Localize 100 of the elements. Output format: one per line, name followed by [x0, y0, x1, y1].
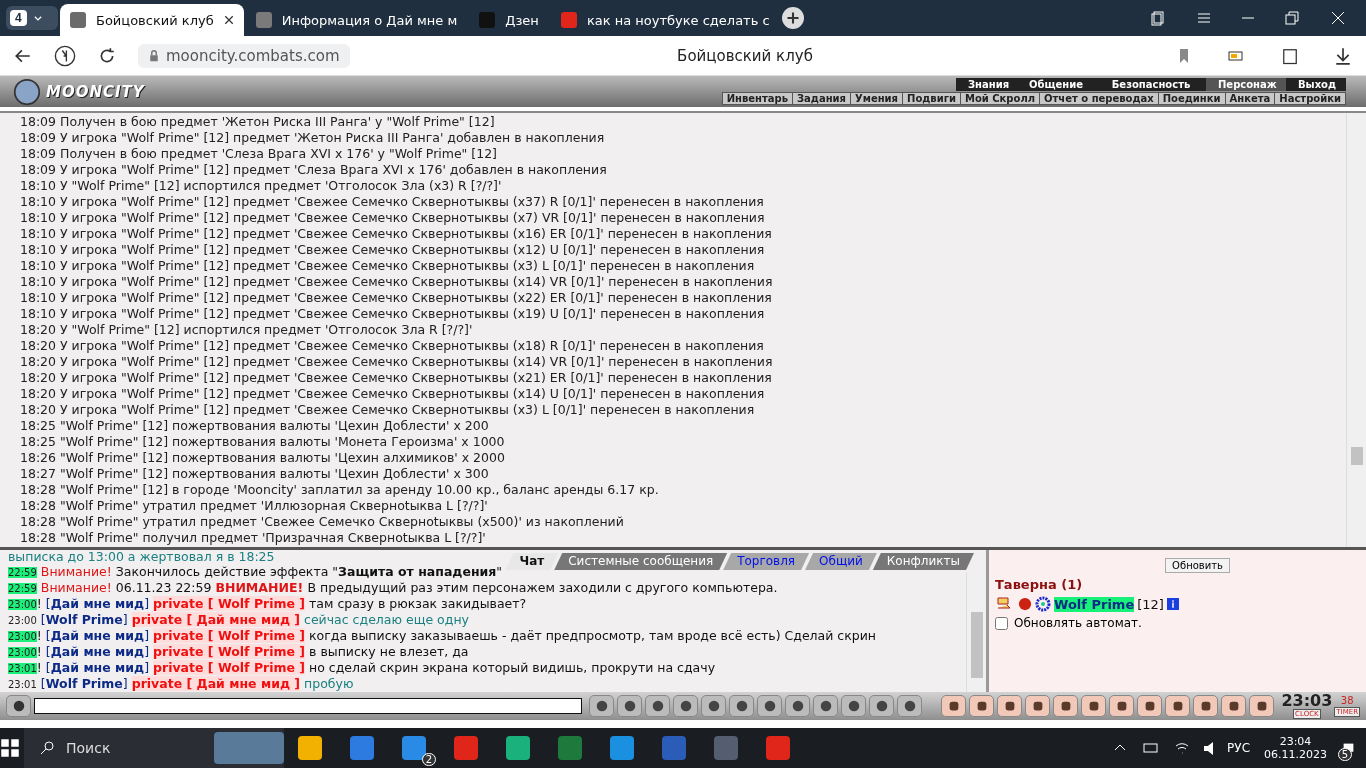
sender-name[interactable]: [Wolf Prime] — [40, 612, 128, 627]
sender-name[interactable]: [Дай мне мид] — [45, 628, 150, 643]
close-icon — [1330, 10, 1346, 26]
tool-icon[interactable] — [869, 695, 895, 717]
sender-name[interactable]: [Дай мне мид] — [45, 644, 150, 659]
sub-menu-item[interactable]: Поединки — [1157, 93, 1225, 104]
address-field[interactable]: mooncity.combats.com — [138, 43, 350, 68]
message-text: В предыдущий раз этим персонажем заходили с другого компьютера. — [307, 580, 778, 595]
ability-icon[interactable] — [969, 695, 995, 717]
tool-icon[interactable] — [645, 695, 671, 717]
speaker-icon[interactable] — [1204, 741, 1214, 755]
message-time: 23:01 — [8, 679, 37, 690]
log-line: 18:28 "Wolf Prime" [12] в городе 'Mooncity' заплатил за аренду 10.00 кр., баланс аренды 6.17 кр. — [20, 482, 660, 498]
auto-refresh-checkbox[interactable] — [995, 616, 1008, 630]
chat-tab[interactable]: Системные сообщения — [554, 553, 728, 570]
log-line: 18:10 У "Wolf Prime" [12] испортился предмет 'Отголосок Зла (x3) R [?/?]' — [20, 178, 503, 194]
copy-icon — [1150, 10, 1166, 26]
log-line: 18:20 У игрока "Wolf Prime" [12] предмет 'Свежее Семечко Сквернотыквы (x14) VR [0/1]' перенесен в накопления — [20, 354, 774, 370]
ability-icon[interactable] — [1165, 695, 1191, 717]
taskbar-app-icon[interactable] — [402, 736, 426, 760]
browser-tab[interactable]: как на ноутбуке сделать с — [550, 4, 780, 36]
sender-name[interactable]: [Дай мне мид] — [45, 660, 150, 675]
sender-name[interactable]: [Дай мне мид] — [45, 596, 150, 611]
message-time: 23:00 — [8, 599, 37, 610]
ability-icon[interactable] — [1025, 695, 1051, 717]
tool-icon[interactable] — [813, 695, 839, 717]
taskbar-date: 06.11.2023 — [1264, 748, 1327, 761]
browser-tab[interactable]: Информация о Дай мне м — [245, 4, 468, 36]
log-line: 18:27 "Wolf Prime" [12] пожертвования валюты 'Цехин Доблести' x 300 — [20, 466, 490, 482]
log-line: 18:25 "Wolf Prime" [12] пожертвования валюты 'Цехин Доблести' x 200 — [20, 418, 490, 434]
tool-icon[interactable] — [897, 695, 923, 717]
top-menu-item[interactable]: Знания — [956, 78, 1016, 91]
scrollbar[interactable] — [1346, 113, 1366, 547]
top-menu-item[interactable]: Безопасность — [1096, 78, 1206, 91]
message-text: но сделай скрин экрана который видишь, прокрути на сдачу — [309, 660, 716, 675]
player-level: [12] — [1137, 596, 1164, 612]
tool-icon[interactable] — [617, 695, 643, 717]
browser-tab[interactable]: Дзен — [469, 4, 549, 36]
log-line: 18:10 У игрока "Wolf Prime" [12] предмет 'Свежее Семечко Сквернотыквы (x3) L [0/1]' перенесен в накопления — [20, 258, 756, 274]
tool-icon[interactable] — [701, 695, 727, 717]
ability-icon[interactable] — [941, 695, 967, 717]
sub-menu-item[interactable]: Умения — [850, 93, 903, 104]
browser-tab[interactable]: Бойцовский клуб — [60, 4, 244, 36]
chat-tab[interactable]: Общий — [805, 553, 877, 570]
taskbar-time: 23:04 — [1279, 735, 1312, 748]
message-time: 23:00 — [8, 615, 37, 626]
chevron-down-icon — [32, 13, 43, 23]
ability-icon[interactable] — [1053, 695, 1079, 717]
tool-icon[interactable] — [673, 695, 699, 717]
sub-menu-item[interactable]: Отчет о переводах — [1039, 93, 1158, 104]
taskbar-search-field[interactable]: Поиск — [24, 728, 284, 768]
ability-icon[interactable] — [1137, 695, 1163, 717]
sub-menu-item[interactable]: Анкета — [1224, 93, 1275, 104]
message-text: там сразу в рюкзак закидывает? — [309, 596, 527, 611]
mountain-picture — [214, 732, 284, 764]
ability-icon[interactable] — [1193, 695, 1219, 717]
log-line: 18:10 У игрока "Wolf Prime" [12] предмет 'Свежее Семечко Сквернотыквы (x16) ER [0/1]' перенесен в накопления — [20, 226, 773, 242]
sender-name[interactable]: [Wolf Prime] — [40, 676, 128, 691]
message-time: 23:01 — [8, 663, 37, 674]
chat-tab[interactable]: Торговля — [723, 553, 810, 570]
warning-label: Внимание! — [40, 564, 112, 579]
sub-menu-item[interactable]: Инвентарь — [722, 93, 792, 104]
refresh-button[interactable]: Обновить — [1165, 558, 1230, 573]
ability-icon[interactable] — [1081, 695, 1107, 717]
top-menu-item[interactable]: Общение — [1016, 78, 1096, 91]
checkbox-label: Обновлять автомат. — [1014, 616, 1142, 630]
sub-menu-item[interactable]: Мой Скролл — [959, 93, 1040, 104]
ability-icon[interactable] — [1221, 695, 1247, 717]
tool-icon[interactable] — [757, 695, 783, 717]
sub-menu-item[interactable]: Настройки — [1274, 93, 1345, 104]
clock-time: 23:03 — [1281, 693, 1333, 709]
close-icon — [223, 15, 234, 25]
tool-icon[interactable] — [785, 695, 811, 717]
ability-icon[interactable] — [1109, 695, 1135, 717]
tool-icon[interactable] — [841, 695, 867, 717]
tool-icon[interactable] — [729, 695, 755, 717]
sub-menu-item[interactable]: Подвиги — [902, 93, 960, 104]
log-line: 18:10 У игрока "Wolf Prime" [12] предмет 'Свежее Семечко Сквернотыквы (x12) U [0/1]' перенесен в накопления — [20, 242, 766, 258]
player-name[interactable]: Wolf Prime — [1054, 596, 1135, 612]
top-menu-item[interactable]: Персонаж — [1206, 78, 1286, 91]
game-logo: MOONCITY — [46, 82, 145, 101]
log-line: 18:20 У игрока "Wolf Prime" [12] предмет 'Свежее Семечко Сквернотыквы (x3) L [0/1]' перенесен в накопления — [20, 402, 756, 418]
scrollbar[interactable] — [966, 572, 986, 692]
tab-count-button[interactable]: 4 — [6, 6, 58, 30]
log-line: 18:20 У "Wolf Prime" [12] испортился предмет 'Отголосок Зла R [?/?]' — [20, 322, 474, 338]
ability-icon[interactable] — [1249, 695, 1275, 717]
chat-input[interactable] — [34, 698, 583, 714]
head-icon[interactable] — [6, 695, 31, 717]
top-menu-item[interactable]: Выход — [1286, 78, 1346, 91]
log-line: 18:09 У игрока "Wolf Prime" [12] предмет 'Слеза Врага XVI x 176' добавлен в накопления — [20, 162, 608, 178]
language-indicator[interactable]: РУС — [1227, 741, 1250, 755]
chat-tab[interactable]: Конфликты — [872, 553, 974, 570]
log-line: 18:25 "Wolf Prime" [12] пожертвования валюты 'Монета Героизма' x 1000 — [20, 434, 506, 450]
mark-text: ! — [36, 644, 42, 659]
tool-icon[interactable] — [589, 695, 615, 717]
chat-tab[interactable]: Чат — [505, 553, 559, 570]
log-line: 18:10 У игрока "Wolf Prime" [12] предмет 'Свежее Семечко Сквернотыквы (x7) VR [0/1]' перенесен в накопления — [20, 210, 766, 226]
sub-menu-item[interactable]: Задания — [792, 93, 851, 104]
log-line: 18:10 У игрока "Wolf Prime" [12] предмет 'Свежее Семечко Сквернотыквы (x37) R [0/1]' перенесен в накопления — [20, 194, 765, 210]
ability-icon[interactable] — [997, 695, 1023, 717]
